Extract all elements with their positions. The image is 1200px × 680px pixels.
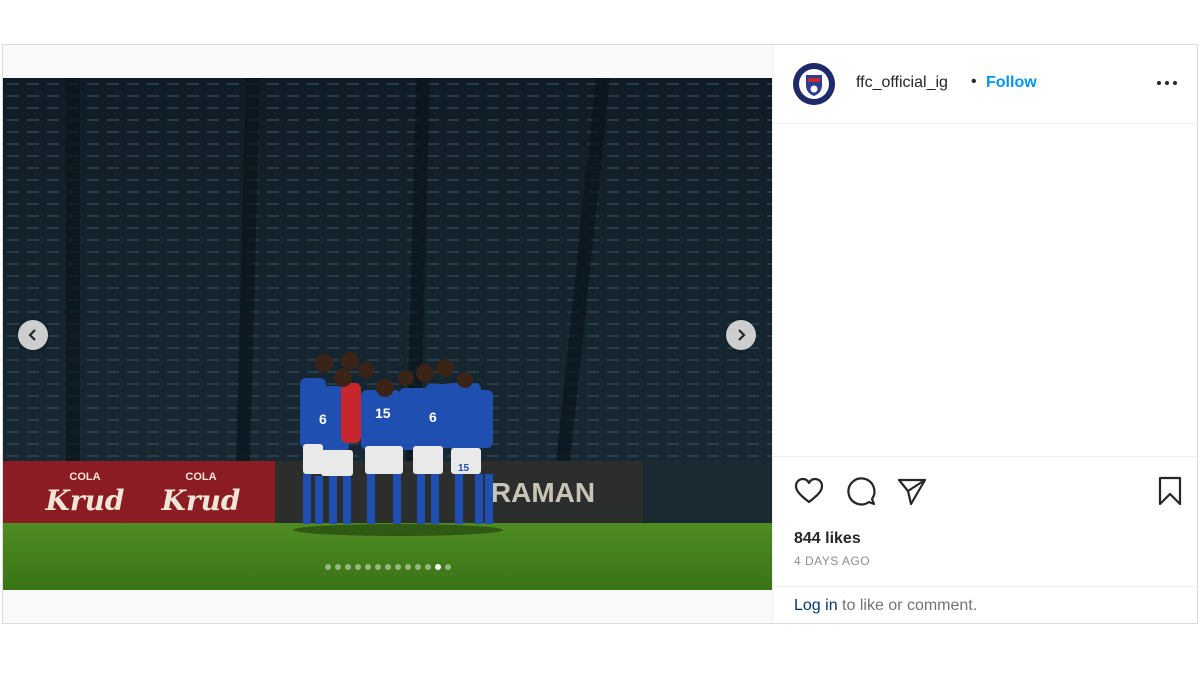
stadium-photo: COLA Krud COLA Krud RAMAN 6 15 6 15	[3, 78, 772, 590]
chevron-right-icon	[738, 329, 746, 341]
carousel-dot	[354, 564, 361, 570]
comment-icon	[847, 477, 876, 506]
follow-button[interactable]: Follow	[986, 74, 1037, 92]
post-photo[interactable]: COLA Krud COLA Krud RAMAN 6 15 6 15	[3, 78, 772, 590]
carousel-dot	[374, 564, 381, 570]
likes-count[interactable]: 844 likes	[794, 530, 861, 548]
post-username[interactable]: ffc_official_ig	[856, 74, 948, 92]
ad-board-brand: Krud	[44, 484, 124, 517]
ad-board-label: COLA	[185, 471, 216, 483]
club-crest-icon	[793, 63, 835, 105]
carousel-dot	[414, 564, 421, 570]
carousel-dot	[424, 564, 431, 570]
carousel-dot	[384, 564, 391, 570]
carousel-dot	[434, 564, 441, 570]
post-date: 4 DAYS AGO	[794, 554, 871, 568]
svg-text:15: 15	[458, 463, 470, 474]
paper-plane-icon	[897, 478, 927, 506]
carousel-dot	[444, 564, 451, 570]
more-options-button[interactable]	[1155, 73, 1179, 93]
like-button[interactable]	[792, 474, 826, 508]
login-prompt: Log in to like or comment.	[773, 586, 1197, 623]
post-media: COLA Krud COLA Krud RAMAN 6 15 6 15	[3, 45, 773, 623]
ad-board-text: RAMAN	[491, 477, 595, 508]
share-button[interactable]	[895, 474, 929, 508]
avatar[interactable]	[793, 63, 835, 105]
svg-text:15: 15	[375, 405, 391, 421]
carousel-dot	[364, 564, 371, 570]
post-actions: 844 likes 4 DAYS AGO	[773, 456, 1197, 586]
ad-board-label: COLA	[69, 471, 100, 483]
comment-button[interactable]	[844, 474, 878, 508]
carousel-dot	[334, 564, 341, 570]
svg-text:6: 6	[319, 411, 327, 427]
heart-icon	[794, 477, 824, 504]
post-sidebar: ffc_official_ig • Follow 844 likes 4 DAY…	[773, 45, 1197, 623]
login-link[interactable]: Log in	[794, 597, 838, 614]
comments-area	[773, 124, 1197, 456]
post-header: ffc_official_ig • Follow	[773, 45, 1197, 124]
carousel-dot	[394, 564, 401, 570]
save-button[interactable]	[1153, 474, 1187, 508]
chevron-left-icon	[28, 329, 36, 341]
carousel-dot	[324, 564, 331, 570]
header-separator: •	[971, 73, 977, 90]
svg-text:6: 6	[429, 409, 437, 425]
more-horizontal-icon	[1157, 81, 1177, 85]
bookmark-icon	[1158, 476, 1182, 506]
carousel-dot	[404, 564, 411, 570]
login-prompt-text: to like or comment.	[837, 597, 978, 614]
carousel-dot	[344, 564, 351, 570]
ad-board-brand: Krud	[160, 484, 240, 517]
previous-photo-button[interactable]	[18, 320, 48, 350]
carousel-indicator	[3, 564, 772, 570]
next-photo-button[interactable]	[726, 320, 756, 350]
instagram-post: COLA Krud COLA Krud RAMAN 6 15 6 15 ffc_…	[2, 44, 1198, 624]
